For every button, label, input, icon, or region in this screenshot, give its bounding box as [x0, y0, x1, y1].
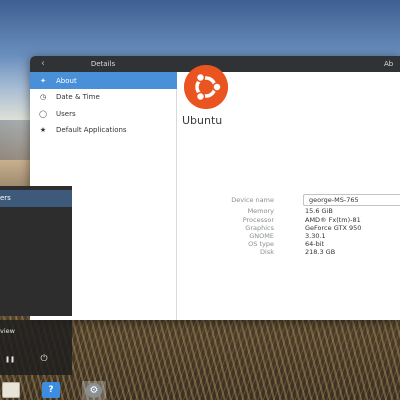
detail-label: Processor — [242, 216, 274, 224]
back-button[interactable]: ‹ — [36, 57, 50, 71]
detail-value: GeForce GTX 950 — [305, 224, 362, 232]
detail-value: 15.6 GiB — [305, 207, 333, 215]
device-name-field[interactable]: george-MS-765 — [303, 194, 400, 206]
sidebar-item-label: Users — [56, 109, 76, 118]
clock-icon: ◷ — [39, 93, 47, 102]
help-app-icon[interactable]: ? — [42, 382, 60, 398]
distro-name: Ubuntu — [182, 114, 223, 127]
sidebar-item-about[interactable]: ✦ About — [30, 72, 177, 89]
detail-label: GNOME — [249, 232, 274, 240]
detail-label: Disk — [260, 248, 274, 256]
detail-value: AMD® Fx(tm)-81 — [305, 216, 361, 224]
gear-icon[interactable]: ⚙ — [86, 383, 102, 398]
detail-value: 218.3 GB — [305, 248, 336, 256]
sidebar-item-users[interactable]: ◯ Users — [30, 106, 177, 123]
detail-label: OS type — [248, 240, 274, 248]
detail-row-disk: Disk 218.3 GB — [148, 248, 370, 258]
dock: ? ⚙ — [0, 378, 400, 400]
detail-value: 3.30.1 — [305, 232, 326, 240]
detail-label: Device name — [231, 196, 274, 204]
sidebar-item-default-applications[interactable]: ★ Default Applications — [30, 122, 177, 139]
files-app-icon[interactable] — [2, 382, 20, 398]
sidebar-item-label: Default Applications — [56, 126, 127, 135]
pause-icon[interactable]: ❚❚ — [5, 356, 15, 363]
ubuntu-logo-icon — [184, 65, 228, 109]
detail-label: Memory — [247, 207, 274, 215]
sidebar-title: Details — [90, 60, 116, 68]
detail-value: 64-bit — [305, 240, 325, 248]
power-icon[interactable]: ⏻ — [39, 354, 49, 364]
chevron-left-icon: ‹ — [41, 58, 45, 69]
detail-label: Graphics — [245, 224, 274, 232]
user-icon: ◯ — [39, 109, 47, 118]
star-sparkle-icon: ✦ — [40, 76, 46, 85]
sidebar-item-label: Date & Time — [56, 93, 100, 102]
overview-label[interactable]: view — [0, 327, 15, 335]
star-icon: ★ — [39, 126, 47, 135]
sidebar-item-date-time[interactable]: ◷ Date & Time — [30, 89, 177, 106]
panel-title: Ab — [384, 60, 394, 68]
sidebar-item-label: About — [56, 76, 77, 85]
system-menu-item-users[interactable]: ers — [0, 190, 72, 207]
